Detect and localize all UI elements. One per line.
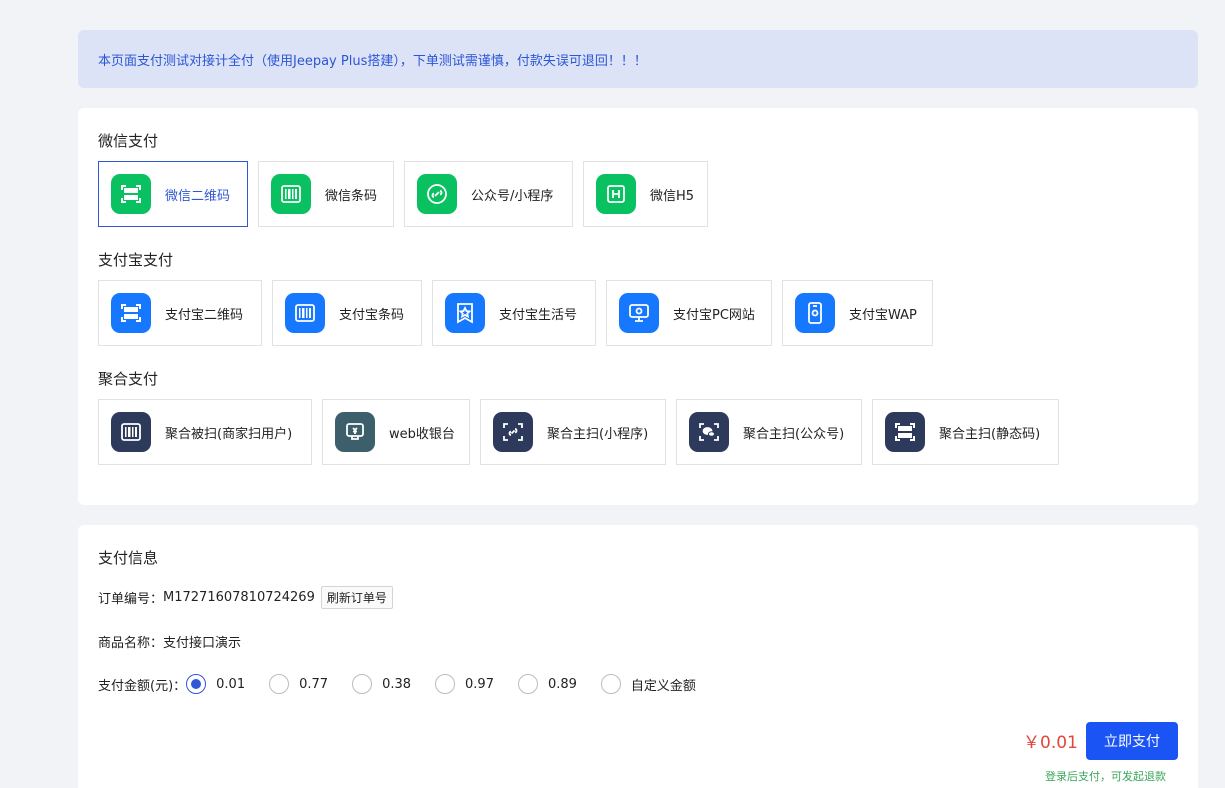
method-wechat-miniprogram[interactable]: 公众号/小程序 [404,161,573,227]
payment-info-title: 支付信息 [98,549,159,567]
notice-banner: 本页面支付测试对接计全付（使用Jeepay Plus搭建），下单测试需谨慎，付款… [78,30,1198,88]
product-name-value: 支付接口演示 [163,636,242,651]
method-label: 支付宝生活号 [499,307,578,323]
amount-option-label: 0.01 [216,676,246,692]
miniprogram-icon [417,174,457,214]
aggregate-section-title: 聚合支付 [98,370,159,388]
radio-circle[interactable] [186,674,207,694]
star-badge-icon [445,293,485,333]
method-wechat-barcode[interactable]: 微信条码 [258,161,394,227]
method-label: 聚合主扫(静态码) [939,426,1041,442]
barcode-icon [111,412,151,452]
radio-circle[interactable] [435,674,456,694]
method-label: 公众号/小程序 [471,188,554,204]
method-aggregate-miniprogram[interactable]: 聚合主扫(小程序) [480,399,666,465]
method-aggregate-official[interactable]: 聚合主扫(公众号) [676,399,862,465]
qr-scan-icon [885,412,925,452]
method-alipay-pc[interactable]: 支付宝PC网站 [606,280,772,346]
notice-text: 本页面支付测试对接计全付（使用Jeepay Plus搭建），下单测试需谨慎，付款… [98,53,647,69]
radio-circle[interactable] [352,674,373,694]
method-label: 微信H5 [650,188,695,204]
amount-option-0-97[interactable]: 0.97 [435,674,494,694]
radio-circle[interactable] [269,674,290,694]
qr-scan-icon [111,293,151,333]
wechat-section-title: 微信支付 [98,132,159,150]
radio-circle[interactable] [517,674,538,694]
method-alipay-barcode[interactable]: 支付宝条码 [272,280,422,346]
monitor-icon [619,293,659,333]
method-label: 微信条码 [325,188,378,204]
aggregate-methods-row: 聚合被扫(商家扫用户) web收银台 聚合主扫(小程序) 聚合主扫(公众号) 聚… [98,399,1059,465]
amount-line: 支付金额(元)： 0.01 0.77 0.38 0.97 0.89 自定义金额 [98,674,720,694]
method-label: 支付宝条码 [339,307,405,323]
method-wechat-qr[interactable]: 微信二维码 [98,161,248,227]
order-number-value: M17271607810724269 [163,590,315,605]
amount-option-label: 自定义金额 [630,678,696,694]
alipay-section-title: 支付宝支付 [98,251,174,269]
method-aggregate-passive[interactable]: 聚合被扫(商家扫用户) [98,399,312,465]
amount-label: 支付金额(元)： [98,678,187,694]
method-web-cashier[interactable]: web收银台 [322,399,470,465]
method-label: 支付宝二维码 [165,307,244,323]
scan-wechat-icon [689,412,729,452]
amount-option-label: 0.89 [547,676,577,692]
amount-option-label: 0.77 [299,676,329,692]
method-label: 支付宝PC网站 [673,307,755,323]
order-number-line: 订单编号： M17271607810724269 刷新订单号 [98,586,393,609]
method-label: 聚合被扫(商家扫用户) [165,426,293,442]
method-alipay-life[interactable]: 支付宝生活号 [432,280,596,346]
h5-icon [596,174,636,214]
pay-now-button[interactable]: 立即支付 [1086,722,1178,760]
method-label: 聚合主扫(小程序) [547,426,649,442]
alipay-methods-row: 支付宝二维码 支付宝条码 支付宝生活号 支付宝PC网站 支付宝WAP [98,280,933,346]
mobile-icon [795,293,835,333]
amount-option-label: 0.38 [382,676,412,692]
method-aggregate-static[interactable]: 聚合主扫(静态码) [872,399,1059,465]
method-alipay-qr[interactable]: 支付宝二维码 [98,280,262,346]
cashier-icon [335,412,375,452]
payment-methods-card: 微信支付 微信二维码 微信条码 公众号/小程序 微信H5 支付宝支付 支付宝二维… [78,108,1198,505]
amount-option-0-38[interactable]: 0.38 [352,674,411,694]
order-number-label: 订单编号： [98,592,164,607]
method-label: 支付宝WAP [849,307,917,323]
amount-option-custom[interactable]: 自定义金额 [600,674,696,694]
radio-circle[interactable] [600,674,621,694]
wechat-methods-row: 微信二维码 微信条码 公众号/小程序 微信H5 [98,161,708,227]
amount-option-0-89[interactable]: 0.89 [517,674,577,694]
amount-option-0-77[interactable]: 0.77 [269,674,328,694]
method-label: 聚合主扫(公众号) [743,426,845,442]
amount-radio-group: 0.01 0.77 0.38 0.97 0.89 自定义金额 [186,674,720,694]
product-name-label: 商品名称： [98,636,164,651]
scan-link-icon [493,412,533,452]
barcode-icon [271,174,311,214]
method-label: 微信二维码 [165,188,231,204]
product-name-line: 商品名称： 支付接口演示 [98,632,241,651]
pay-tip: 登录后支付，可发起退款 [1045,770,1166,783]
barcode-icon [285,293,325,333]
method-wechat-h5[interactable]: 微信H5 [583,161,708,227]
qr-scan-icon [111,174,151,214]
payment-info-card: 支付信息 订单编号： M17271607810724269 刷新订单号 商品名称… [78,525,1198,788]
total-amount: ￥0.01 [1023,733,1078,753]
amount-option-label: 0.97 [465,676,494,692]
amount-option-0-01[interactable]: 0.01 [186,674,245,694]
method-label: web收银台 [389,426,455,442]
method-alipay-wap[interactable]: 支付宝WAP [782,280,933,346]
refresh-order-button[interactable]: 刷新订单号 [320,586,393,609]
